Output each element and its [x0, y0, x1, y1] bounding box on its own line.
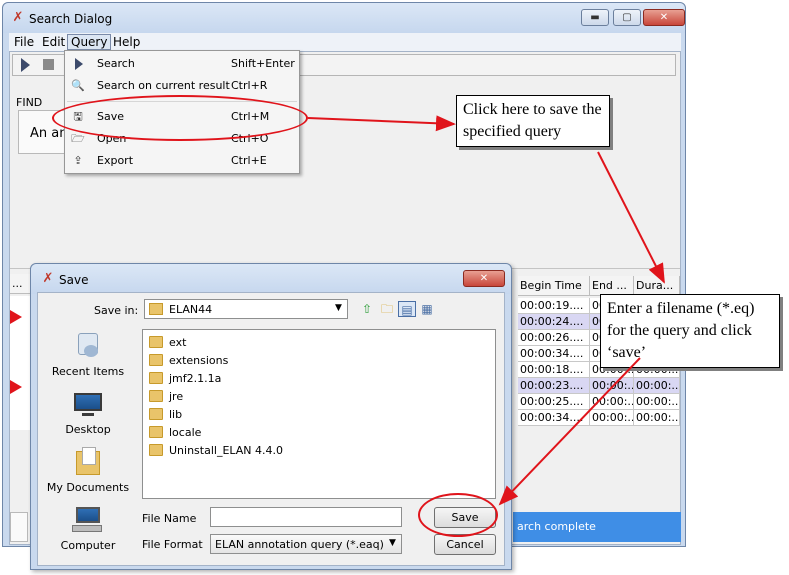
arrow-to-filename-callout: [597, 151, 665, 284]
annotation-arrows: [307, 115, 665, 506]
arrow-to-save-button: [498, 357, 641, 506]
arrow-to-callout: [307, 115, 456, 132]
